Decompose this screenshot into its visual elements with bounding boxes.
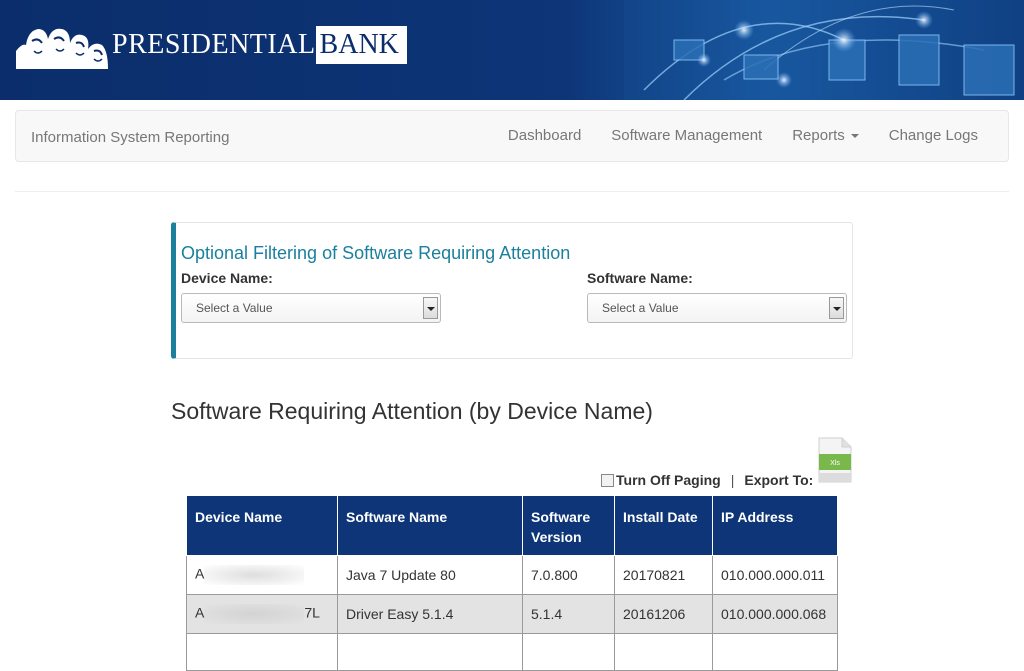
cell-install-date [614,633,713,671]
xls-icon-label: Xls [830,460,840,467]
nav-menu: Dashboard Software Management Reports Ch… [493,111,1008,161]
mount-rushmore-icon [16,28,108,69]
device-name-suffix: 7L [304,604,320,621]
logo-text-bank: BANK [315,26,407,64]
redacted-text [204,604,305,624]
device-name-label: Device Name: [181,270,273,286]
dropdown-arrow-icon[interactable] [829,297,844,319]
logo-text-presidential: PRESIDENTIAL [112,29,316,60]
paging-export-row: Turn Off Paging | Export To: [601,471,813,489]
device-name-text: A [195,565,205,582]
top-navbar: Information System Reporting Dashboard S… [15,110,1009,162]
table-row: A Java 7 Update 80 7.0.800 20170821 010.… [186,555,838,595]
software-name-select-value: Select a Value [602,301,679,315]
navbar-brand[interactable]: Information System Reporting [31,129,229,146]
nav-item-dashboard[interactable]: Dashboard [493,111,596,161]
nav-item-reports[interactable]: Reports [777,111,874,161]
cell-software-version [522,633,615,671]
xls-file-icon[interactable]: Xls [818,437,852,483]
turn-off-paging-label[interactable]: Turn Off Paging [616,472,721,488]
cell-ip-address: 010.000.000.068 [712,594,838,634]
table-header-row: Device Name Software Name Software Versi… [186,495,838,556]
cell-software-name: Driver Easy 5.1.4 [337,594,523,634]
cell-ip-address [712,633,838,671]
filter-panel: Optional Filtering of Software Requiring… [171,222,853,359]
column-header-device-name[interactable]: Device Name [186,495,338,556]
network-laptops-graphic [624,0,1024,100]
cell-software-version: 7.0.800 [522,555,615,595]
cell-software-name: Java 7 Update 80 [337,555,523,595]
export-to-label: Export To: [744,472,814,488]
cell-software-name [337,633,523,671]
separator: | [730,472,735,488]
page-title: Software Requiring Attention (by Device … [171,398,653,424]
filter-panel-title: Optional Filtering of Software Requiring… [181,243,571,263]
column-header-software-version[interactable]: Software Version [522,495,615,556]
header-banner: PRESIDENTIAL BANK [0,0,1024,100]
column-header-install-date[interactable]: Install Date [614,495,713,556]
device-name-select[interactable]: Select a Value [181,293,441,323]
redacted-text [204,565,305,585]
bank-logo[interactable]: PRESIDENTIAL BANK [16,20,407,70]
software-table: Device Name Software Name Software Versi… [186,495,838,671]
column-header-ip-address[interactable]: IP Address [712,495,838,556]
divider [15,191,1009,192]
turn-off-paging-checkbox[interactable] [601,473,614,487]
cell-device-name [186,633,338,671]
device-name-select-value: Select a Value [196,301,273,315]
cell-install-date: 20170821 [614,555,713,595]
software-name-select[interactable]: Select a Value [587,293,847,323]
table-row: A 7L Driver Easy 5.1.4 5.1.4 20161206 010… [186,594,838,634]
cell-software-version: 5.1.4 [522,594,615,634]
column-header-software-name[interactable]: Software Name [337,495,523,556]
caret-down-icon [850,134,859,139]
nav-item-change-logs[interactable]: Change Logs [874,111,1008,161]
nav-item-software-management[interactable]: Software Management [596,111,777,161]
cell-ip-address: 010.000.000.011 [712,555,838,595]
nav-item-reports-label: Reports [792,127,845,144]
software-name-label: Software Name: [587,270,693,286]
cell-install-date: 20161206 [614,594,713,634]
dropdown-arrow-icon[interactable] [423,297,438,319]
cell-device-name: A [186,555,338,595]
cell-device-name: A 7L [186,594,338,634]
table-row [186,633,838,671]
device-name-text: A [195,604,205,621]
